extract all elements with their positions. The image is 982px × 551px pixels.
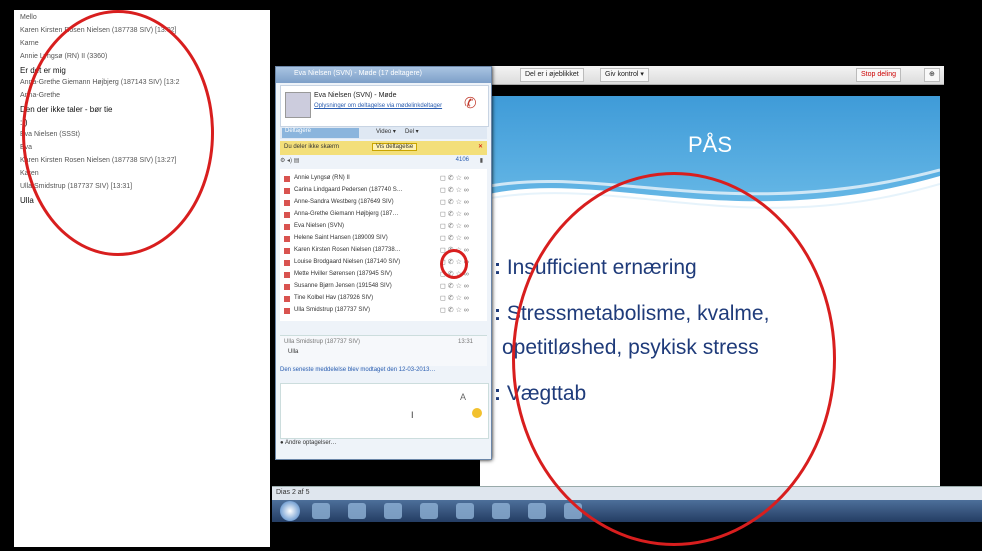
chat-sender: Karne	[20, 40, 39, 47]
presence-icon	[284, 236, 290, 242]
give-control-button[interactable]: Giv kontrol ▾	[600, 68, 649, 82]
participant-name: Ulla Smidstrup (187737 SIV)	[294, 307, 371, 313]
participant-row[interactable]: Ulla Smidstrup (187737 SIV) ◻ ✆ ☆ ∞	[280, 305, 487, 317]
participant-row[interactable]: Eva Nielsen (SVN) ◻ ✆ ☆ ∞	[280, 221, 487, 233]
participant-actions-icon[interactable]: ◻ ✆ ☆ ∞	[440, 210, 469, 218]
participant-name: Helene Saint Hansen (189009 SIV)	[294, 235, 388, 241]
participant-actions-icon[interactable]: ◻ ✆ ☆ ∞	[440, 222, 469, 230]
presence-icon	[284, 296, 290, 302]
presence-icon	[284, 212, 290, 218]
participant-actions-icon[interactable]: ◻ ✆ ☆ ∞	[440, 282, 469, 290]
presence-icon	[284, 308, 290, 314]
taskbar-app-icon[interactable]	[456, 503, 474, 519]
participant-name: Karen Kirsten Rosen Nielsen (187738…	[294, 247, 401, 253]
presence-icon	[284, 200, 290, 206]
participant-options-icon[interactable]: ⚙ ◂) ▤	[280, 158, 299, 164]
participant-row[interactable]: Carina Lindgaard Pedersen (187740 S… ◻ ✆ …	[280, 185, 487, 197]
screenshot-frame: Mello Karen Kirsten Rosen Nielsen (187738…	[0, 0, 982, 551]
lync-window-title: Eva Nielsen (SVN) - Møde (17 deltagere)	[294, 70, 422, 77]
participant-name: Anne-Sandra Westberg (187649 SIV)	[294, 199, 394, 205]
participant-list: Annie Lyngsø (RN) II ◻ ✆ ☆ ∞ Carina Lindga…	[280, 169, 487, 321]
avatar	[285, 92, 311, 118]
signal-icon: ▮	[479, 158, 483, 164]
participant-actions-icon[interactable]: ◻ ✆ ☆ ∞	[440, 294, 469, 302]
participant-name: Tine Kolbel Hav (187926 SIV)	[294, 295, 374, 301]
tab-share[interactable]: Del ▾	[405, 128, 419, 135]
font-icon[interactable]: A	[460, 392, 466, 402]
participant-name: Anna-Grethe Giemann Højbjerg (187…	[294, 211, 399, 217]
presence-icon	[284, 248, 290, 254]
annotation-circle	[22, 10, 214, 256]
presence-icon	[284, 272, 290, 278]
last-message-author: Ulla Smidstrup (187737 SIV)	[284, 339, 361, 345]
last-message-time: 13:31	[457, 339, 473, 345]
taskbar-app-icon[interactable]	[312, 503, 330, 519]
meeting-header: Eva Nielsen (SVN) - Møde Oplysninger om …	[280, 85, 489, 127]
participant-actions-icon[interactable]: ◻ ✆ ☆ ∞	[440, 174, 469, 182]
participant-name: Carina Lindgaard Pedersen (187740 S…	[294, 187, 403, 193]
notice-button[interactable]: Vis deltagelse	[372, 143, 418, 151]
participants-toolbar: ⚙ ◂) ▤ 4106 ▮	[280, 157, 487, 167]
chat-message: Ulla	[20, 196, 34, 205]
pin-icon[interactable]: ⊕	[924, 68, 940, 82]
participant-row[interactable]: Anne-Sandra Westberg (187649 SIV) ◻ ✆ ☆ ∞	[280, 197, 487, 209]
taskbar-app-icon[interactable]	[384, 503, 402, 519]
taskbar-app-icon[interactable]	[492, 503, 510, 519]
participant-actions-icon[interactable]: ◻ ✆ ☆ ∞	[440, 306, 469, 314]
close-icon[interactable]: ✕	[478, 143, 483, 150]
meeting-name: Eva Nielsen (SVN) - Møde	[314, 92, 397, 99]
notice-bar: Du deler ikke skærm Vis deltagelse ✕	[280, 141, 487, 155]
taskbar-app-icon[interactable]	[528, 503, 546, 519]
participant-count: 4106	[455, 157, 469, 163]
participant-name: Annie Lyngsø (RN) II	[294, 175, 350, 181]
participant-name: Louise Brodgaard Nielsen (187140 SIV)	[294, 259, 401, 265]
notice-text: Du deler ikke skærm	[284, 144, 340, 150]
participant-name: Eva Nielsen (SVN)	[294, 223, 345, 229]
sharing-status: Del er i øjeblikket	[520, 68, 584, 82]
more-options-link[interactable]: ● Andre optagelser…	[280, 440, 337, 446]
emoticon-icon[interactable]	[472, 408, 482, 418]
text-cursor: I	[411, 410, 414, 420]
presence-icon	[284, 284, 290, 290]
annotation-circle	[512, 172, 836, 546]
chat-sender: Mello	[20, 14, 37, 21]
participant-name: Susanne Bjørn Jensen (191548 SIV)	[294, 283, 392, 289]
participant-row[interactable]: Susanne Bjørn Jensen (191548 SIV) ◻ ✆ ☆ ∞	[280, 281, 487, 293]
slide-counter: Dias 2 af 5	[276, 489, 310, 496]
participant-row[interactable]: Annie Lyngsø (RN) II ◻ ✆ ☆ ∞	[280, 173, 487, 185]
annotation-circle	[440, 249, 468, 279]
tab-participants[interactable]: Deltagere	[282, 128, 359, 138]
participant-actions-icon[interactable]: ◻ ✆ ☆ ∞	[440, 198, 469, 206]
presence-icon	[284, 188, 290, 194]
lync-titlebar[interactable]: Eva Nielsen (SVN) - Møde (17 deltagere)	[276, 67, 491, 83]
last-message-text: Ulla	[288, 349, 299, 355]
meeting-tabs: Deltagere Video ▾ Del ▾	[280, 127, 487, 139]
slide-title: PÅS	[687, 132, 733, 157]
participant-actions-icon[interactable]: ◻ ✆ ☆ ∞	[440, 186, 469, 194]
start-button-icon[interactable]	[280, 501, 300, 521]
hangup-phone-icon[interactable]: ✆	[464, 94, 482, 112]
participant-name: Mette Hviller Sørensen (187945 SIV)	[294, 271, 393, 277]
meeting-link[interactable]: Oplysninger om deltagelse via mødelinkde…	[314, 103, 442, 109]
message-input[interactable]: A I	[280, 383, 489, 439]
presence-icon	[284, 176, 290, 182]
participant-actions-icon[interactable]: ◻ ✆ ☆ ∞	[440, 234, 469, 242]
tab-video[interactable]: Video ▾	[376, 128, 396, 135]
participant-row[interactable]: Tine Kolbel Hav (187926 SIV) ◻ ✆ ☆ ∞	[280, 293, 487, 305]
stop-sharing-button[interactable]: Stop deling	[856, 68, 902, 82]
participant-row[interactable]: Helene Saint Hansen (189009 SIV) ◻ ✆ ☆ ∞	[280, 233, 487, 245]
presence-icon	[284, 224, 290, 230]
last-message: Ulla Smidstrup (187737 SIV) 13:31 Ulla	[280, 335, 487, 366]
presence-icon	[284, 260, 290, 266]
taskbar-app-icon[interactable]	[420, 503, 438, 519]
older-messages-link[interactable]: Den seneste meddelelse blev modtaget den…	[280, 367, 435, 373]
participant-row[interactable]: Anna-Grethe Giemann Højbjerg (187… ◻ ✆ ☆ …	[280, 209, 487, 221]
sharing-toolbar: Del er i øjeblikket Giv kontrol ▾ Stop d…	[480, 66, 944, 85]
taskbar-app-icon[interactable]	[348, 503, 366, 519]
